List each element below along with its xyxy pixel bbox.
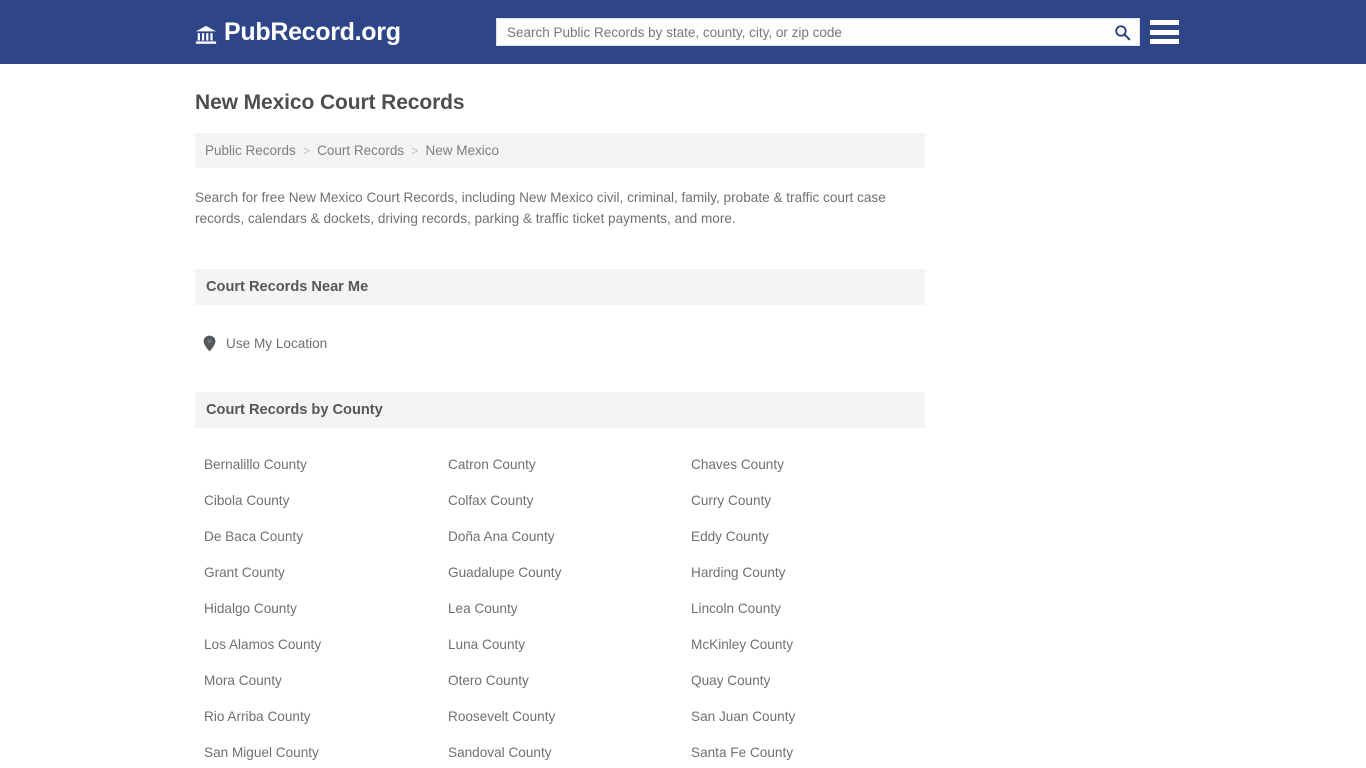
search-input[interactable] bbox=[497, 19, 1105, 45]
breadcrumb-separator: > bbox=[302, 143, 311, 158]
use-my-location-label[interactable]: Use My Location bbox=[226, 336, 327, 351]
bank-building-icon bbox=[195, 22, 217, 44]
county-link[interactable]: Eddy County bbox=[691, 529, 934, 544]
county-link[interactable]: Doña Ana County bbox=[448, 529, 691, 544]
county-link[interactable]: Lea County bbox=[448, 601, 691, 616]
county-link[interactable]: San Juan County bbox=[691, 709, 934, 724]
county-link[interactable]: Rio Arriba County bbox=[204, 709, 448, 724]
search-bar[interactable] bbox=[496, 18, 1140, 46]
county-link[interactable]: Santa Fe County bbox=[691, 745, 934, 760]
page-body: New Mexico Court Records Public Records … bbox=[0, 90, 1366, 768]
brand-name: PubRecord.org bbox=[224, 17, 401, 46]
county-link[interactable]: Chaves County bbox=[691, 457, 934, 472]
brand-logo-link[interactable]: PubRecord.org bbox=[195, 0, 401, 64]
site-header: PubRecord.org bbox=[0, 0, 1366, 64]
breadcrumb-separator: > bbox=[411, 143, 419, 158]
hamburger-bar bbox=[1150, 29, 1179, 35]
county-link[interactable]: Colfax County bbox=[448, 493, 691, 508]
county-link[interactable]: Catron County bbox=[448, 457, 691, 472]
use-my-location-row[interactable]: Use My Location bbox=[195, 335, 925, 352]
breadcrumb-item-court-records[interactable]: Court Records bbox=[317, 143, 404, 158]
county-link[interactable]: Grant County bbox=[204, 565, 448, 580]
page-title: New Mexico Court Records bbox=[195, 91, 465, 114]
county-link[interactable]: Mora County bbox=[204, 673, 448, 688]
hamburger-bar bbox=[1150, 20, 1179, 25]
county-link[interactable]: Cibola County bbox=[204, 493, 448, 508]
county-link[interactable]: De Baca County bbox=[204, 529, 448, 544]
section-header-court-records-by-county: Court Records by County bbox=[195, 392, 925, 429]
county-link[interactable]: Los Alamos County bbox=[204, 637, 448, 652]
county-link[interactable]: Lincoln County bbox=[691, 601, 934, 616]
county-link[interactable]: San Miguel County bbox=[204, 745, 448, 760]
page-intro-text: Search for free New Mexico Court Records… bbox=[195, 190, 886, 227]
county-link[interactable]: Luna County bbox=[448, 637, 691, 652]
county-link[interactable]: Sandoval County bbox=[448, 745, 691, 760]
breadcrumb-item-public-records[interactable]: Public Records bbox=[205, 143, 296, 158]
content-column: New Mexico Court Records Public Records … bbox=[195, 90, 925, 768]
county-link[interactable]: Hidalgo County bbox=[204, 601, 448, 616]
county-link[interactable]: Curry County bbox=[691, 493, 934, 508]
section-header-court-records-near-me: Court Records Near Me bbox=[195, 269, 925, 306]
county-link[interactable]: Guadalupe County bbox=[448, 565, 691, 580]
county-link-grid: Bernalillo County Catron County Chaves Cou… bbox=[195, 457, 925, 768]
county-link[interactable]: McKinley County bbox=[691, 637, 934, 652]
search-icon bbox=[1114, 24, 1131, 41]
breadcrumb: Public Records > Court Records > New Mex… bbox=[195, 133, 925, 169]
hamburger-bar bbox=[1150, 39, 1179, 44]
county-link[interactable]: Otero County bbox=[448, 673, 691, 688]
county-link[interactable]: Quay County bbox=[691, 673, 934, 688]
search-submit-button[interactable] bbox=[1105, 19, 1139, 45]
county-link[interactable]: Roosevelt County bbox=[448, 709, 691, 724]
map-pin-icon bbox=[203, 335, 216, 352]
breadcrumb-item-current: New Mexico bbox=[425, 143, 499, 159]
county-link[interactable]: Harding County bbox=[691, 565, 934, 580]
hamburger-menu-icon[interactable] bbox=[1150, 20, 1179, 44]
county-link[interactable]: Bernalillo County bbox=[204, 457, 448, 472]
